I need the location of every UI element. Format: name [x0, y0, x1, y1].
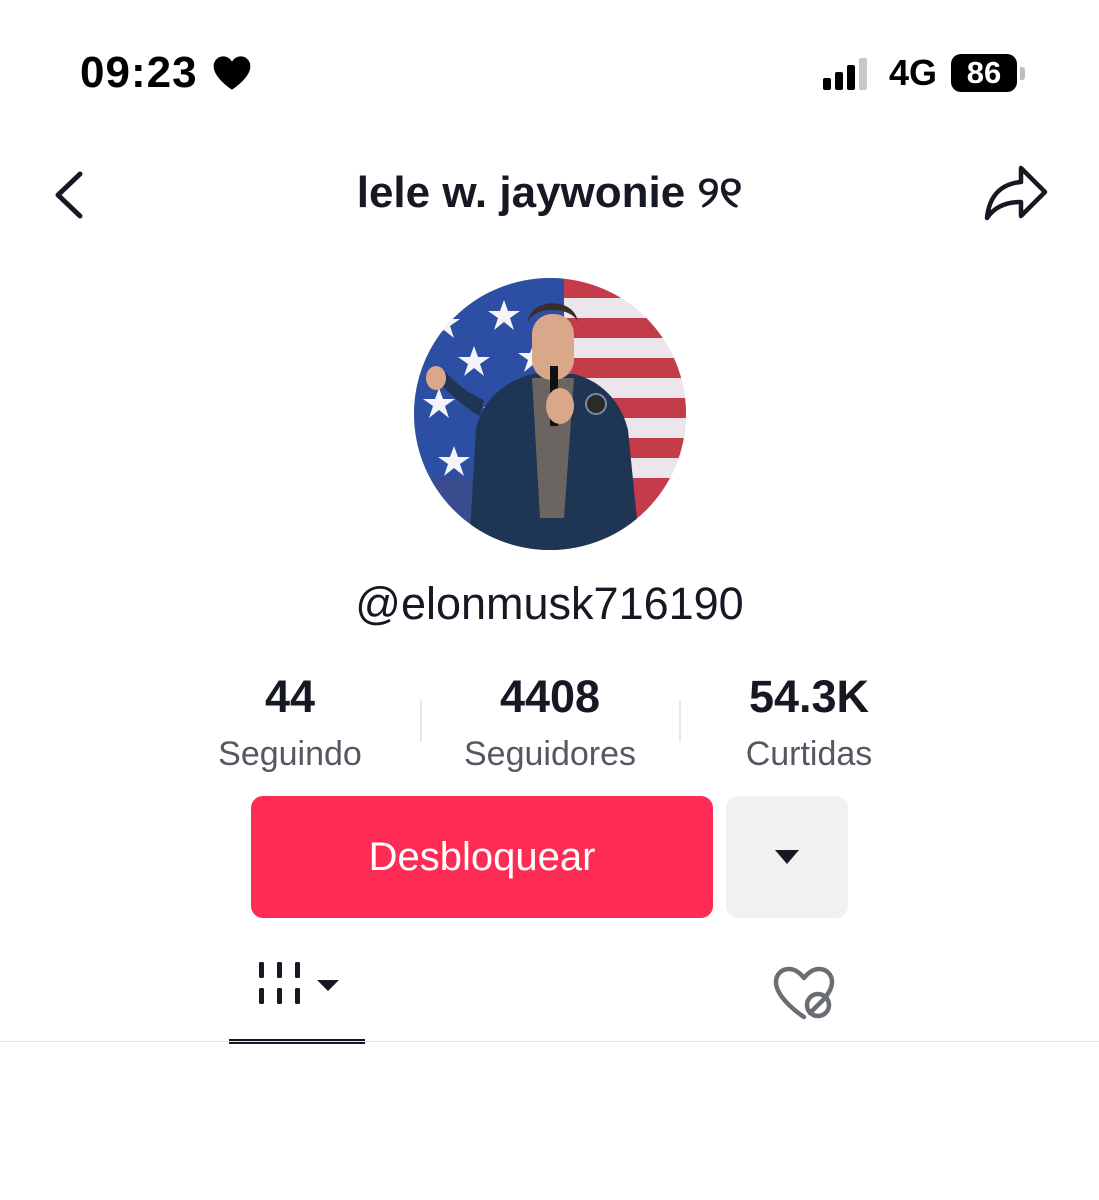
share-arrow-icon[interactable]: [983, 162, 1049, 224]
network-type: 4G: [888, 52, 937, 93]
unblock-button[interactable]: Desbloquear: [251, 796, 713, 918]
stat-followers[interactable]: 4408 Seguidores: [420, 668, 680, 780]
grid-lines-icon: [259, 962, 339, 1004]
profile-name-title: lele w. jaywonie ୨୧: [356, 168, 743, 217]
status-indicators: 4G 86: [822, 52, 1025, 94]
avatar-photo: [414, 278, 686, 550]
tab-liked[interactable]: [754, 948, 854, 1038]
heart-icon: [213, 56, 250, 90]
stat-likes[interactable]: 54.3K Curtidas: [679, 668, 939, 780]
avatar[interactable]: [414, 278, 686, 550]
signal-icon: [822, 56, 871, 90]
private-heart-icon: [773, 966, 835, 1020]
status-time-text: 09:23: [80, 48, 198, 97]
tabs-border: [0, 1041, 1099, 1042]
more-options-button[interactable]: [726, 796, 848, 918]
stat-following[interactable]: 44 Seguindo: [160, 668, 420, 780]
stat-following-label: Seguindo: [218, 735, 362, 773]
battery-icon: 86: [951, 54, 1017, 92]
tab-videos[interactable]: [229, 944, 365, 1044]
stat-following-value: 44: [264, 671, 316, 722]
status-time: 09:23: [80, 48, 252, 98]
stat-followers-label: Seguidores: [463, 735, 636, 773]
battery-level: 86: [966, 55, 1002, 90]
stat-followers-value: 4408: [499, 671, 601, 722]
battery-tip: [1020, 66, 1025, 80]
stat-likes-label: Curtidas: [745, 735, 873, 773]
profile-handle: @elonmusk716190: [355, 578, 744, 629]
stat-likes-value: 54.3K: [748, 671, 870, 722]
caret-down-icon: [775, 850, 799, 864]
